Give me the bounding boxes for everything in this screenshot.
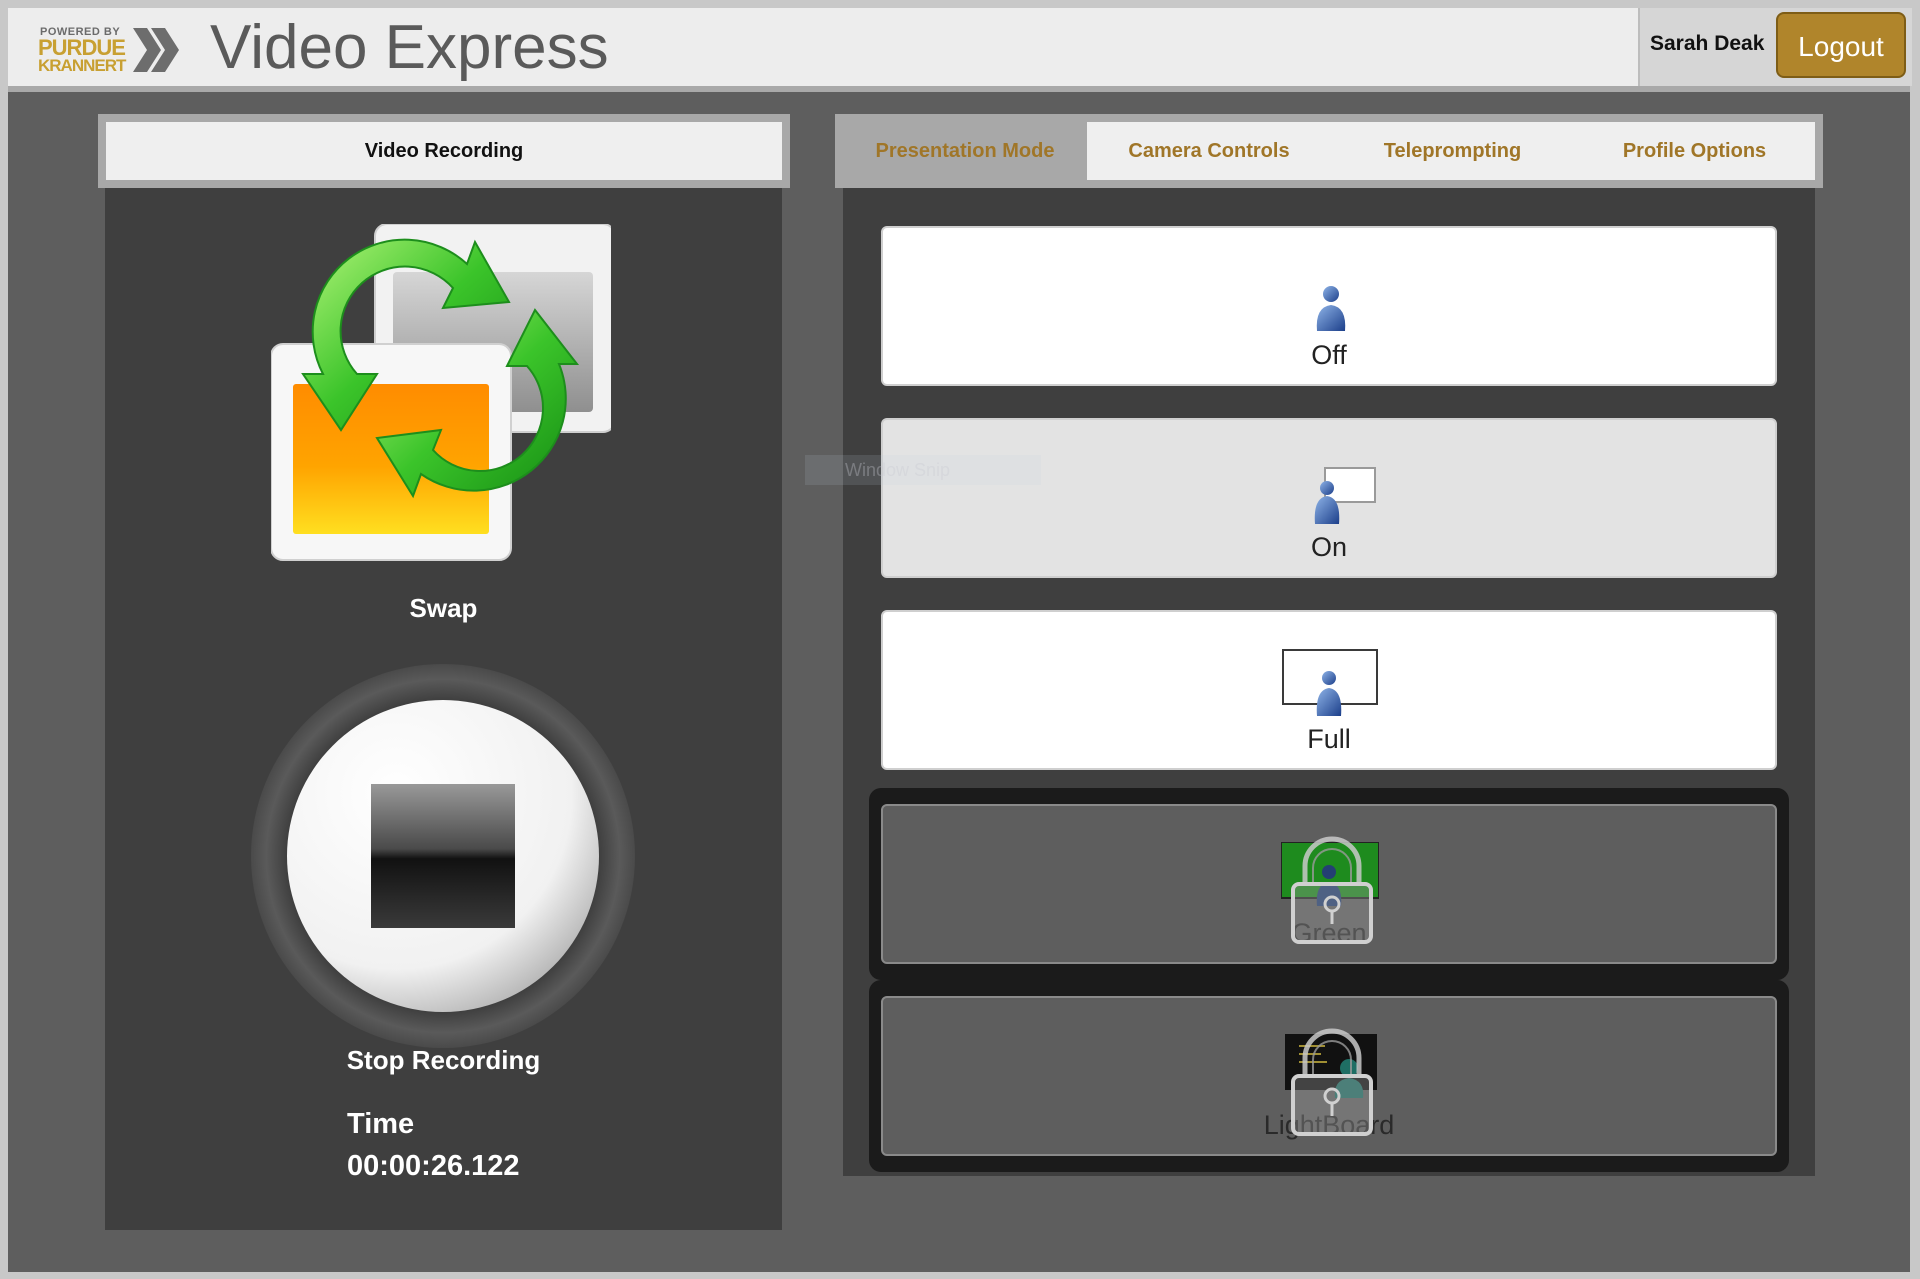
tab-teleprompting[interactable]: Teleprompting: [1331, 122, 1574, 180]
mode-lightboard-button[interactable]: LightBoard: [869, 980, 1789, 1172]
tab-camera-controls[interactable]: Camera Controls: [1087, 122, 1331, 180]
time-label: Time: [347, 1108, 415, 1140]
person-fullscreen-icon: [1282, 649, 1378, 716]
mode-full-button[interactable]: Full: [881, 610, 1777, 770]
mode-tabs: Presentation Mode Camera Controls Telepr…: [835, 114, 1823, 188]
lock-icon: [1291, 1028, 1373, 1136]
mode-on-label: On: [1310, 532, 1348, 562]
tab-presentation-mode[interactable]: Presentation Mode: [843, 122, 1087, 180]
person-icon: [1316, 286, 1346, 331]
mode-green-button[interactable]: Green: [869, 788, 1789, 980]
logout-button[interactable]: Logout: [1776, 12, 1906, 78]
app-title: Video Express: [210, 13, 609, 82]
swap-label: Swap: [409, 593, 478, 623]
mode-lightboard-inner: LightBoard: [881, 996, 1777, 1156]
user-box: Sarah Deak Logout: [1638, 8, 1912, 86]
video-recording-panel: Swap Stop Recording Time 00:00:26.122: [105, 188, 782, 1230]
mode-off-label: Off: [1311, 340, 1347, 370]
mode-full-label: Full: [1307, 724, 1351, 754]
purdue-krannert-logo: POWERED BY PURDUE KRANNERT: [38, 20, 179, 76]
video-recording-tab-label: Video Recording: [106, 122, 782, 180]
mode-off-button[interactable]: Off: [881, 226, 1777, 386]
logo-line-purdue: PURDUE: [38, 35, 126, 60]
app-frame: POWERED BY PURDUE KRANNERT Video Express…: [8, 8, 1912, 1272]
stop-square-icon: [371, 784, 515, 928]
mode-on-button[interactable]: On: [881, 418, 1777, 578]
person-with-screen-icon: [1314, 467, 1376, 524]
swap-icon[interactable]: [271, 224, 611, 576]
time-value: 00:00:26.122: [347, 1150, 520, 1182]
header-bar: POWERED BY PURDUE KRANNERT Video Express…: [8, 8, 1912, 92]
tab-profile-options[interactable]: Profile Options: [1574, 122, 1815, 180]
presentation-mode-panel: Off On Full: [843, 188, 1815, 1176]
logo-chevron-icon: [133, 28, 179, 72]
logo-line-krannert: KRANNERT: [38, 56, 126, 75]
lock-icon: [1291, 836, 1373, 944]
video-recording-tab[interactable]: Video Recording: [98, 114, 790, 188]
window-snip-overlay: Window Snip: [805, 455, 1041, 485]
mode-green-inner: Green: [881, 804, 1777, 964]
user-name: Sarah Deak: [1650, 32, 1765, 55]
stop-recording-label: Stop Recording: [346, 1045, 541, 1075]
stop-recording-button[interactable]: [250, 663, 636, 1049]
